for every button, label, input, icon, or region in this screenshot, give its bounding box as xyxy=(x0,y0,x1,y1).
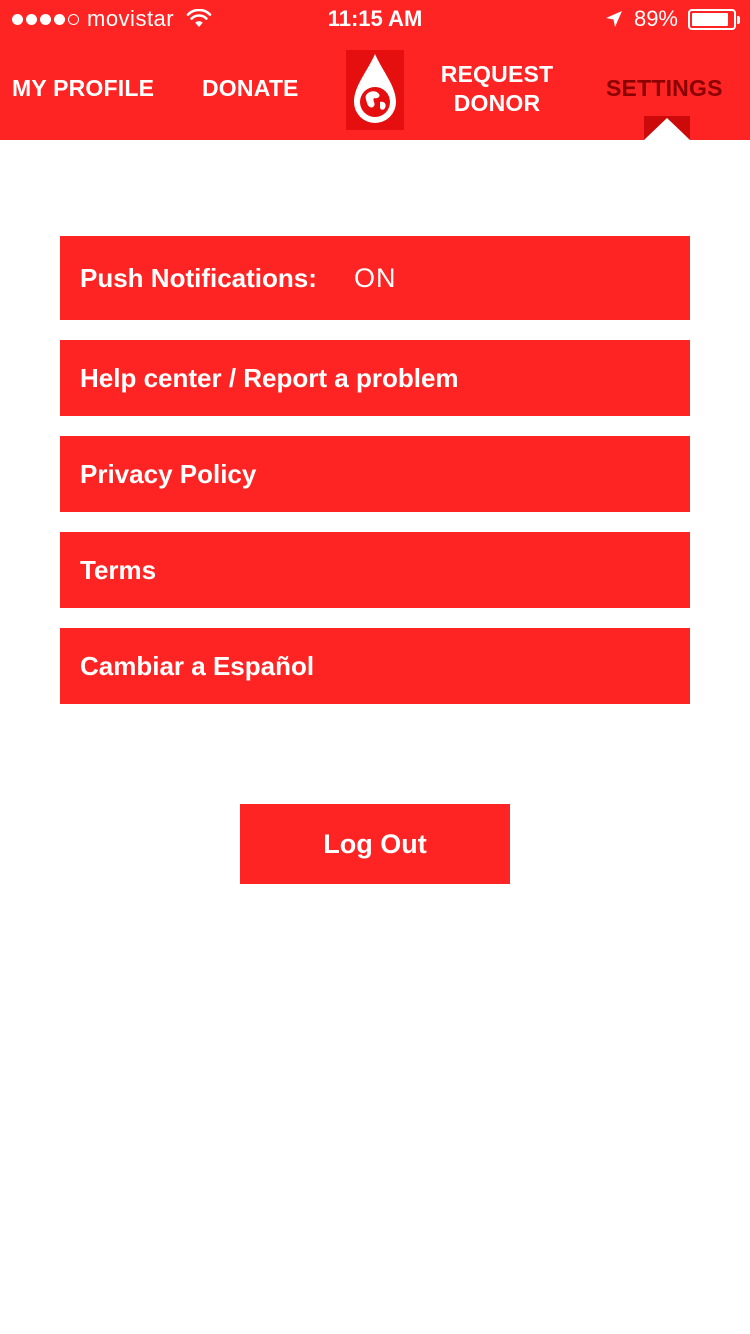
nav-request-line2: DONOR xyxy=(453,90,541,116)
battery-percent: 89% xyxy=(633,6,678,31)
battery-fill xyxy=(692,12,728,26)
push-notifications-toggle[interactable]: Push Notifications: ON xyxy=(60,236,690,320)
nav-settings[interactable]: SETTINGS xyxy=(606,74,723,103)
nav-request-donor[interactable]: REQUEST DONOR xyxy=(430,60,564,118)
nav-donate[interactable]: DONATE xyxy=(202,74,299,103)
terms-button[interactable]: Terms xyxy=(60,532,690,608)
help-center-button[interactable]: Help center / Report a problem xyxy=(60,340,690,416)
top-bar: movistar 11:15 AM 89% MY PROFILE DONATE xyxy=(0,0,750,140)
change-language-button[interactable]: Cambiar a Español xyxy=(60,628,690,704)
battery-icon xyxy=(688,8,740,30)
nav-my-profile[interactable]: MY PROFILE xyxy=(12,74,154,103)
push-notifications-value: ON xyxy=(354,262,397,293)
push-notifications-label: Push Notifications: xyxy=(80,262,317,293)
blood-drop-globe-icon[interactable] xyxy=(346,50,404,130)
status-right: 89% xyxy=(604,6,740,32)
active-tab-indicator xyxy=(644,116,690,140)
log-out-button[interactable]: Log Out xyxy=(240,804,510,884)
privacy-policy-button[interactable]: Privacy Policy xyxy=(60,436,690,512)
status-bar: movistar 11:15 AM 89% xyxy=(0,0,750,40)
location-arrow-icon xyxy=(605,11,622,27)
nav-request-line1: REQUEST xyxy=(440,61,554,87)
